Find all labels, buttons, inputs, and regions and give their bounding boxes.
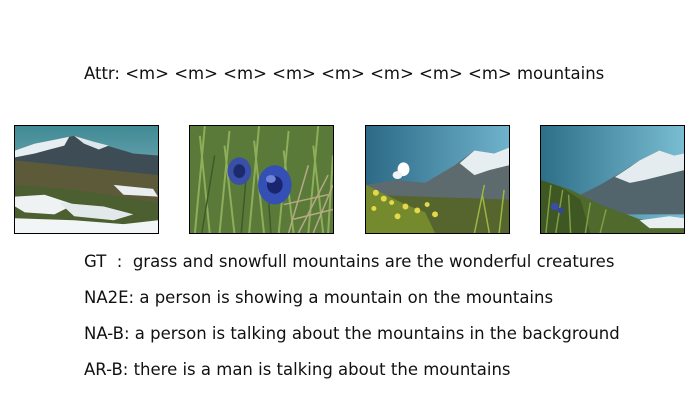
mountain-flowers-image [366,126,509,233]
video-frame-4 [540,125,685,234]
video-frame-2 [189,125,334,234]
caption-ar-b: AR-B: there is a man is talking about th… [84,360,511,379]
caption-na2e: NA2E: a person is showing a mountain on … [84,288,554,307]
caption-ground-truth: GT : grass and snowfull mountains are th… [84,252,615,271]
mountain-grass-image [541,126,684,233]
video-frame-3 [365,125,510,234]
snowy-slope-image [15,126,158,233]
video-frame-1 [14,125,159,234]
attribute-line: Attr: <m> <m> <m> <m> <m> <m> <m> <m> mo… [84,64,605,83]
blue-flower-image [190,126,333,233]
caption-na-b: NA-B: a person is talking about the moun… [84,324,620,343]
